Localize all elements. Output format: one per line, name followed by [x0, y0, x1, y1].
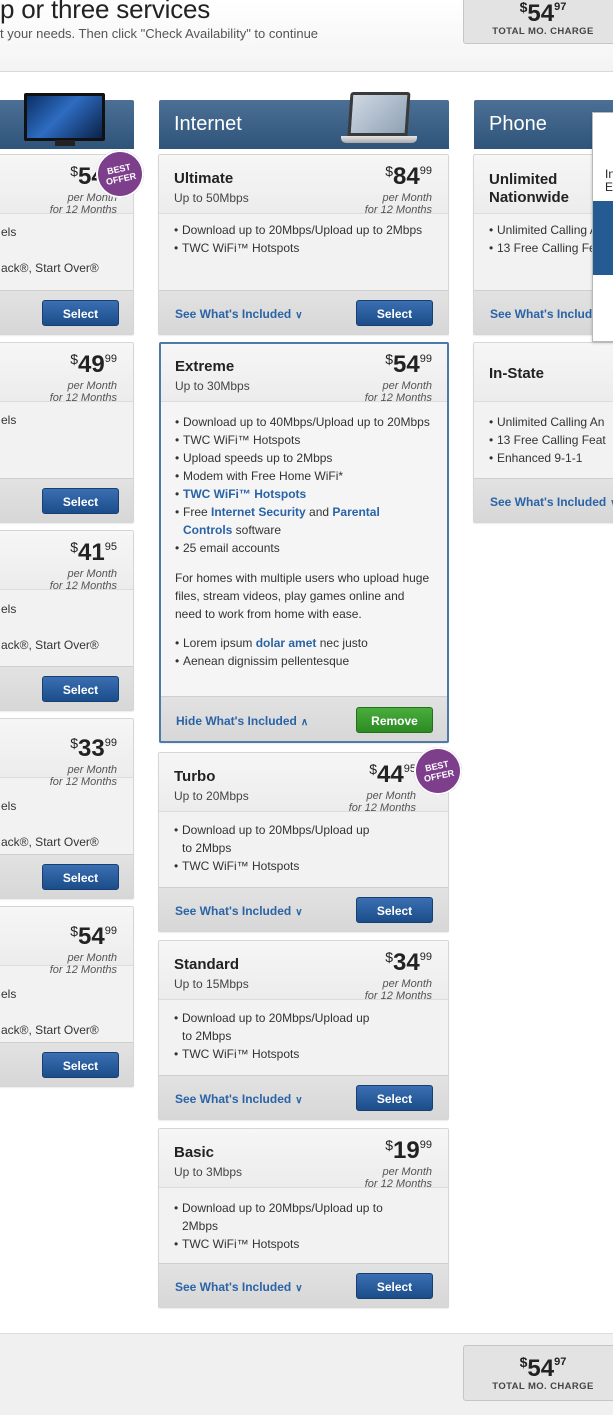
plan-price: $8499 per Month for 12 Months: [364, 163, 432, 216]
tv-card-5-features: els ack®, Start Over®: [1, 987, 99, 1037]
total-charge-top: $5497 TOTAL MO. CHARGE: [463, 0, 613, 44]
standard-select-button[interactable]: Select: [356, 1085, 433, 1111]
tv-card-2-select-button[interactable]: Select: [42, 488, 119, 514]
tv-card-1-features: els ack®, Start Over®: [1, 225, 99, 275]
tv-card-4-select-button[interactable]: Select: [42, 864, 119, 890]
total-price: $5497: [519, 1354, 567, 1382]
plan-features: Download up to 20Mbps/Upload up to 2Mbps…: [174, 221, 436, 257]
dolar-amet-link[interactable]: dolar amet: [256, 636, 317, 650]
hide-whats-included-link[interactable]: Hide What's Included ∧: [176, 714, 308, 728]
plan-name: Unlimited Nationwide: [489, 171, 570, 206]
tv-column-header: [0, 93, 134, 149]
tv-card-5-price: $5499 per Month for 12 Months: [49, 923, 117, 976]
total-label: TOTAL MO. CHARGE: [492, 1381, 594, 1392]
tv-icon: [24, 93, 105, 147]
tv-card-4-features: els ack®, Start Over®: [1, 799, 99, 849]
tv-card-4-price: $3399 per Month for 12 Months: [49, 735, 117, 788]
tv-card-5-select-button[interactable]: Select: [42, 1052, 119, 1078]
plan-price: $1999 per Month for 12 Months: [364, 1137, 432, 1190]
tv-card-3: $4195 per Month for 12 Months els ack®, …: [0, 530, 134, 711]
internet-column-header: Internet: [159, 92, 449, 149]
page-title: p or three services: [0, 0, 211, 24]
phone-card-in-state: In-State Unlimited Calling An 13 Free Ca…: [473, 342, 613, 523]
plan-speed: Up to 20Mbps: [174, 789, 249, 803]
total-charge-bottom: $5497 TOTAL MO. CHARGE: [463, 1345, 613, 1401]
page-subtitle: t your needs. Then click "Check Availabi…: [0, 26, 319, 41]
internet-card-basic: Basic Up to 3Mbps $1999 per Month for 12…: [158, 1128, 449, 1308]
tv-card-1-select-button[interactable]: Select: [42, 300, 119, 326]
chevron-down-icon: ∨: [295, 310, 303, 321]
turbo-select-button[interactable]: Select: [356, 897, 433, 923]
plan-name: Turbo: [174, 768, 216, 785]
internet-card-ultimate: Ultimate Up to 50Mbps $8499 per Month fo…: [158, 154, 449, 335]
plan-price: $5499 per Month for 12 Months: [364, 351, 432, 404]
internet-card-standard: Standard Up to 15Mbps $3499 per Month fo…: [158, 940, 449, 1120]
phone-heading: Phone: [489, 113, 547, 135]
plan-price: $3499 per Month for 12 Months: [364, 949, 432, 1002]
chevron-down-icon: ∨: [295, 1283, 303, 1294]
tv-card-3-price: $4195 per Month for 12 Months: [49, 539, 117, 592]
popup-text: In E: [605, 167, 613, 194]
plan-features: Download up to 40Mbps/Upload up to 20Mbp…: [175, 413, 435, 557]
tv-card-3-features: els ack®, Start Over®: [1, 602, 99, 652]
see-whats-included-link[interactable]: See What's Included∨: [175, 1092, 303, 1106]
plan-price: $4495 per Month for 12 Months: [348, 761, 416, 814]
plan-features: Unlimited Calling An 13 Free Calling Fea…: [489, 413, 613, 467]
chevron-down-icon: ∨: [295, 907, 303, 918]
plan-speed: Up to 30Mbps: [175, 379, 250, 393]
tv-card-2: $4999 per Month for 12 Months els Select: [0, 342, 134, 523]
tv-card-2-price: $4999 per Month for 12 Months: [49, 351, 117, 404]
tv-card-5: $5499 per Month for 12 Months els ack®, …: [0, 906, 134, 1087]
plan-extra-features: Lorem ipsum dolar amet nec justo Aenean …: [175, 634, 435, 670]
tv-card-2-features: els: [1, 413, 17, 427]
see-whats-included-link[interactable]: See What's Includ: [490, 307, 592, 321]
see-whats-included-link[interactable]: See What's Included∨: [175, 904, 303, 918]
plan-speed: Up to 15Mbps: [174, 977, 249, 991]
ultimate-select-button[interactable]: Select: [356, 300, 433, 326]
plan-features: Download up to 20Mbps/Upload up to 2Mbps…: [174, 821, 379, 875]
plan-features: Download up to 20Mbps/Upload up to 2Mbps…: [174, 1009, 379, 1063]
wifi-hotspots-link[interactable]: TWC WiFi™ Hotspots: [183, 487, 306, 501]
plan-name: In-State: [489, 365, 545, 382]
chevron-up-icon: ∧: [300, 717, 309, 728]
laptop-icon: [341, 92, 417, 150]
internet-card-turbo: Turbo Up to 20Mbps $4495 per Month for 1…: [158, 752, 449, 932]
plan-features: Download up to 20Mbps/Upload up to 2Mbps…: [174, 1199, 409, 1253]
extreme-remove-button[interactable]: Remove: [356, 707, 433, 733]
total-label: TOTAL MO. CHARGE: [492, 26, 594, 37]
info-popup: In E: [592, 112, 613, 342]
see-whats-included-link[interactable]: See What's Included∨: [490, 495, 613, 509]
total-price: $5497: [519, 0, 567, 27]
internet-heading: Internet: [174, 113, 242, 135]
plan-speed: Up to 50Mbps: [174, 191, 249, 205]
plan-name: Basic: [174, 1144, 215, 1161]
plan-description: For homes with multiple users who upload…: [175, 571, 430, 621]
tv-card-3-select-button[interactable]: Select: [42, 676, 119, 702]
parental-controls-link-2[interactable]: Controls: [183, 523, 232, 537]
chevron-down-icon: ∨: [295, 1095, 303, 1106]
plan-name: Ultimate: [174, 170, 234, 187]
plan-name: Extreme: [175, 358, 235, 375]
internet-security-link[interactable]: Internet Security: [211, 505, 306, 519]
parental-controls-link[interactable]: Parental: [332, 505, 379, 519]
internet-card-extreme: Extreme Up to 30Mbps $5499 per Month for…: [159, 342, 449, 743]
see-whats-included-link[interactable]: See What's Included∨: [175, 1280, 303, 1294]
popup-highlight-bar[interactable]: [593, 201, 613, 275]
plan-speed: Up to 3Mbps: [174, 1165, 243, 1179]
basic-select-button[interactable]: Select: [356, 1273, 433, 1299]
plan-name: Standard: [174, 956, 240, 973]
see-whats-included-link[interactable]: See What's Included∨: [175, 307, 303, 321]
tv-card-4: $3399 per Month for 12 Months els ack®, …: [0, 718, 134, 899]
